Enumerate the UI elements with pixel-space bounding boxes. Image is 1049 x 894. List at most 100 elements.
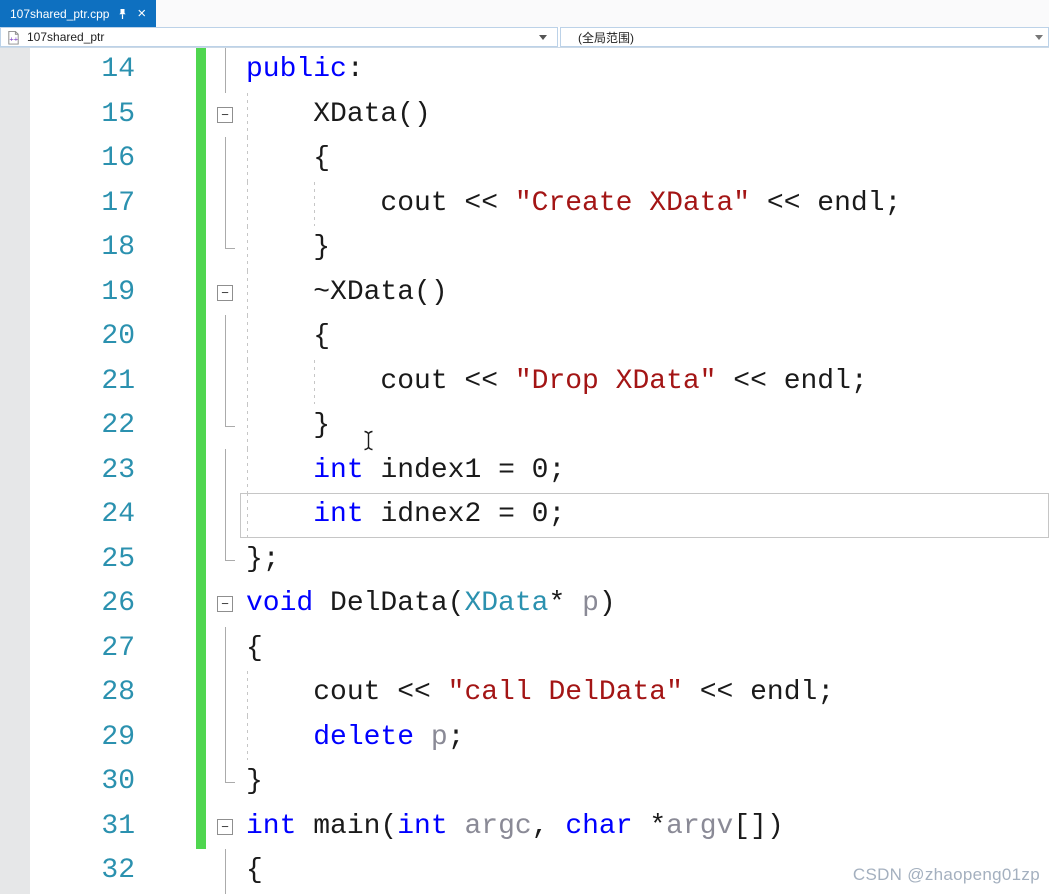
breakpoint-margin[interactable] bbox=[0, 582, 30, 627]
editor-tab[interactable]: 107shared_ptr.cpp × bbox=[0, 0, 156, 27]
fold-toggle-icon[interactable]: − bbox=[217, 285, 233, 301]
code-text[interactable]: { bbox=[246, 627, 1049, 672]
indent-guide bbox=[314, 182, 315, 227]
code-text[interactable]: } bbox=[246, 760, 1049, 805]
breakpoint-margin[interactable] bbox=[0, 137, 30, 182]
indent-guide bbox=[247, 493, 248, 538]
code-text[interactable]: XData() bbox=[246, 93, 1049, 138]
breakpoint-margin[interactable] bbox=[0, 226, 30, 271]
pin-icon-glyph bbox=[117, 8, 128, 20]
code-text[interactable]: void DelData(XData* p) bbox=[246, 582, 1049, 627]
line-number[interactable]: 32 bbox=[30, 849, 150, 894]
code-line[interactable]: 26 −void DelData(XData* p) bbox=[0, 582, 1049, 627]
line-number[interactable]: 23 bbox=[30, 449, 150, 494]
code-line[interactable]: 16 { bbox=[0, 137, 1049, 182]
editor-gap bbox=[150, 137, 196, 182]
code-text[interactable]: public: bbox=[246, 48, 1049, 93]
code-line[interactable]: 24 int idnex2 = 0; bbox=[0, 493, 1049, 538]
code-line[interactable]: 29 delete p; bbox=[0, 716, 1049, 761]
fold-margin bbox=[206, 182, 246, 227]
tab-title: 107shared_ptr.cpp bbox=[10, 7, 109, 21]
code-line[interactable]: 23 int index1 = 0; bbox=[0, 449, 1049, 494]
code-line[interactable]: 14 public: bbox=[0, 48, 1049, 93]
breakpoint-margin[interactable] bbox=[0, 805, 30, 850]
file-dropdown[interactable]: ++ 107shared_ptr bbox=[0, 27, 558, 47]
code-line[interactable]: 17 cout << "Create XData" << endl; bbox=[0, 182, 1049, 227]
line-number[interactable]: 15 bbox=[30, 93, 150, 138]
line-number[interactable]: 16 bbox=[30, 137, 150, 182]
change-tracking-bar bbox=[196, 849, 206, 894]
line-number[interactable]: 18 bbox=[30, 226, 150, 271]
breakpoint-margin[interactable] bbox=[0, 760, 30, 805]
code-line[interactable]: 21 cout << "Drop XData" << endl; bbox=[0, 360, 1049, 405]
code-text[interactable]: delete p; bbox=[246, 716, 1049, 761]
code-text[interactable]: }; bbox=[246, 538, 1049, 583]
change-tracking-bar bbox=[196, 48, 206, 93]
code-text[interactable]: cout << "Create XData" << endl; bbox=[246, 182, 1049, 227]
breakpoint-margin[interactable] bbox=[0, 671, 30, 716]
fold-margin bbox=[206, 360, 246, 405]
code-text[interactable]: int main(int argc, char *argv[]) bbox=[246, 805, 1049, 850]
code-line[interactable]: 30} bbox=[0, 760, 1049, 805]
fold-margin bbox=[206, 716, 246, 761]
breakpoint-margin[interactable] bbox=[0, 271, 30, 316]
line-number[interactable]: 21 bbox=[30, 360, 150, 405]
line-number[interactable]: 25 bbox=[30, 538, 150, 583]
line-number[interactable]: 29 bbox=[30, 716, 150, 761]
pin-icon[interactable] bbox=[117, 8, 128, 20]
watermark: CSDN @zhaopeng01zp bbox=[853, 865, 1040, 885]
fold-toggle-icon[interactable]: − bbox=[217, 819, 233, 835]
code-line[interactable]: 25}; bbox=[0, 538, 1049, 583]
breakpoint-margin[interactable] bbox=[0, 627, 30, 672]
indent-guide bbox=[247, 137, 248, 182]
code-line[interactable]: 28 cout << "call DelData" << endl; bbox=[0, 671, 1049, 716]
line-number[interactable]: 30 bbox=[30, 760, 150, 805]
code-text[interactable]: cout << "call DelData" << endl; bbox=[246, 671, 1049, 716]
breakpoint-margin[interactable] bbox=[0, 716, 30, 761]
fold-region-line bbox=[225, 360, 226, 405]
breakpoint-margin[interactable] bbox=[0, 93, 30, 138]
fold-region-line bbox=[225, 226, 226, 248]
line-number[interactable]: 28 bbox=[30, 671, 150, 716]
breakpoint-margin[interactable] bbox=[0, 360, 30, 405]
code-line[interactable]: 27 { bbox=[0, 627, 1049, 672]
code-text[interactable]: { bbox=[246, 137, 1049, 182]
code-editor[interactable]: 14public:15− XData()16 {17 cout << "Crea… bbox=[0, 48, 1049, 894]
code-text[interactable]: ~XData() bbox=[246, 271, 1049, 316]
code-line[interactable]: 18 } bbox=[0, 226, 1049, 271]
code-line[interactable]: 20 { bbox=[0, 315, 1049, 360]
change-tracking-bar bbox=[196, 627, 206, 672]
change-tracking-bar bbox=[196, 271, 206, 316]
breakpoint-margin[interactable] bbox=[0, 538, 30, 583]
breakpoint-margin[interactable] bbox=[0, 48, 30, 93]
line-number[interactable]: 22 bbox=[30, 404, 150, 449]
code-line[interactable]: 19 − ~XData() bbox=[0, 271, 1049, 316]
code-line[interactable]: 31 −int main(int argc, char *argv[]) bbox=[0, 805, 1049, 850]
fold-margin bbox=[206, 404, 246, 449]
line-number[interactable]: 20 bbox=[30, 315, 150, 360]
code-text[interactable]: { bbox=[246, 315, 1049, 360]
line-number[interactable]: 17 bbox=[30, 182, 150, 227]
breakpoint-margin[interactable] bbox=[0, 849, 30, 894]
line-number[interactable]: 26 bbox=[30, 582, 150, 627]
line-number[interactable]: 27 bbox=[30, 627, 150, 672]
line-number[interactable]: 19 bbox=[30, 271, 150, 316]
fold-toggle-icon[interactable]: − bbox=[217, 107, 233, 123]
breakpoint-margin[interactable] bbox=[0, 493, 30, 538]
fold-toggle-icon[interactable]: − bbox=[217, 596, 233, 612]
breakpoint-margin[interactable] bbox=[0, 449, 30, 494]
line-number[interactable]: 14 bbox=[30, 48, 150, 93]
breakpoint-margin[interactable] bbox=[0, 182, 30, 227]
code-line[interactable]: 15 − XData() bbox=[0, 93, 1049, 138]
code-text[interactable]: int idnex2 = 0; bbox=[246, 493, 1049, 538]
line-number[interactable]: 31 bbox=[30, 805, 150, 850]
scope-dropdown[interactable]: (全局范围) bbox=[560, 27, 1049, 47]
breakpoint-margin[interactable] bbox=[0, 404, 30, 449]
line-number[interactable]: 24 bbox=[30, 493, 150, 538]
code-text[interactable]: cout << "Drop XData" << endl; bbox=[246, 360, 1049, 405]
indent-guide bbox=[247, 315, 248, 360]
breakpoint-margin[interactable] bbox=[0, 315, 30, 360]
close-icon[interactable]: × bbox=[136, 6, 147, 21]
code-text[interactable]: } bbox=[246, 226, 1049, 271]
code-line[interactable]: 22 } bbox=[0, 404, 1049, 449]
